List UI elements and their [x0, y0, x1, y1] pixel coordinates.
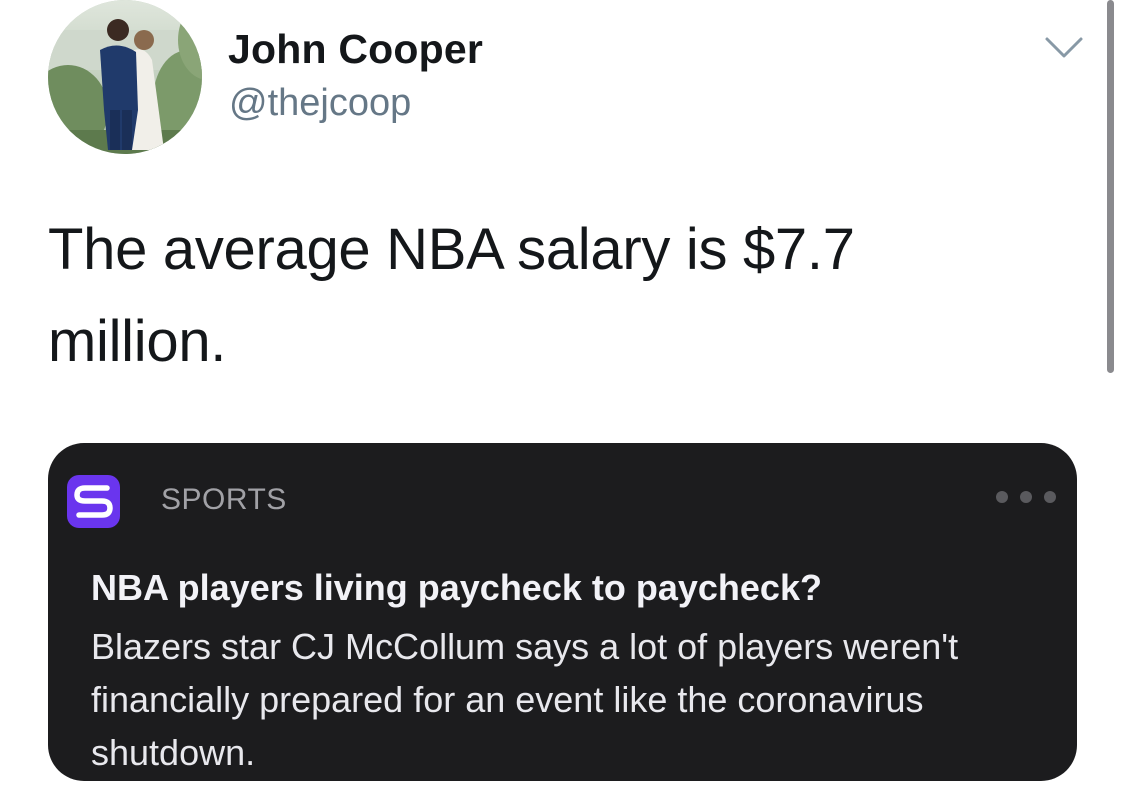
tweet-text: The average NBA salary is $7.7 million. — [48, 217, 855, 374]
sports-s-icon — [67, 475, 120, 528]
avatar[interactable] — [48, 0, 202, 154]
avatar-photo — [48, 0, 202, 154]
notification-headline: NBA players living paycheck to paycheck? — [91, 567, 822, 608]
notification-card: SPORTS NBA players living paycheck to pa… — [48, 443, 1077, 781]
app-name: SPORTS — [161, 483, 287, 516]
scrollbar[interactable] — [1107, 0, 1114, 373]
notification-body: Blazers star CJ McCollum says a lot of p… — [91, 626, 959, 773]
author-handle[interactable]: @thejcoop — [229, 82, 411, 125]
ellipsis-icon[interactable] — [995, 490, 1057, 504]
chevron-down-icon[interactable] — [1044, 34, 1084, 62]
author-display-name[interactable]: John Cooper — [228, 26, 483, 73]
